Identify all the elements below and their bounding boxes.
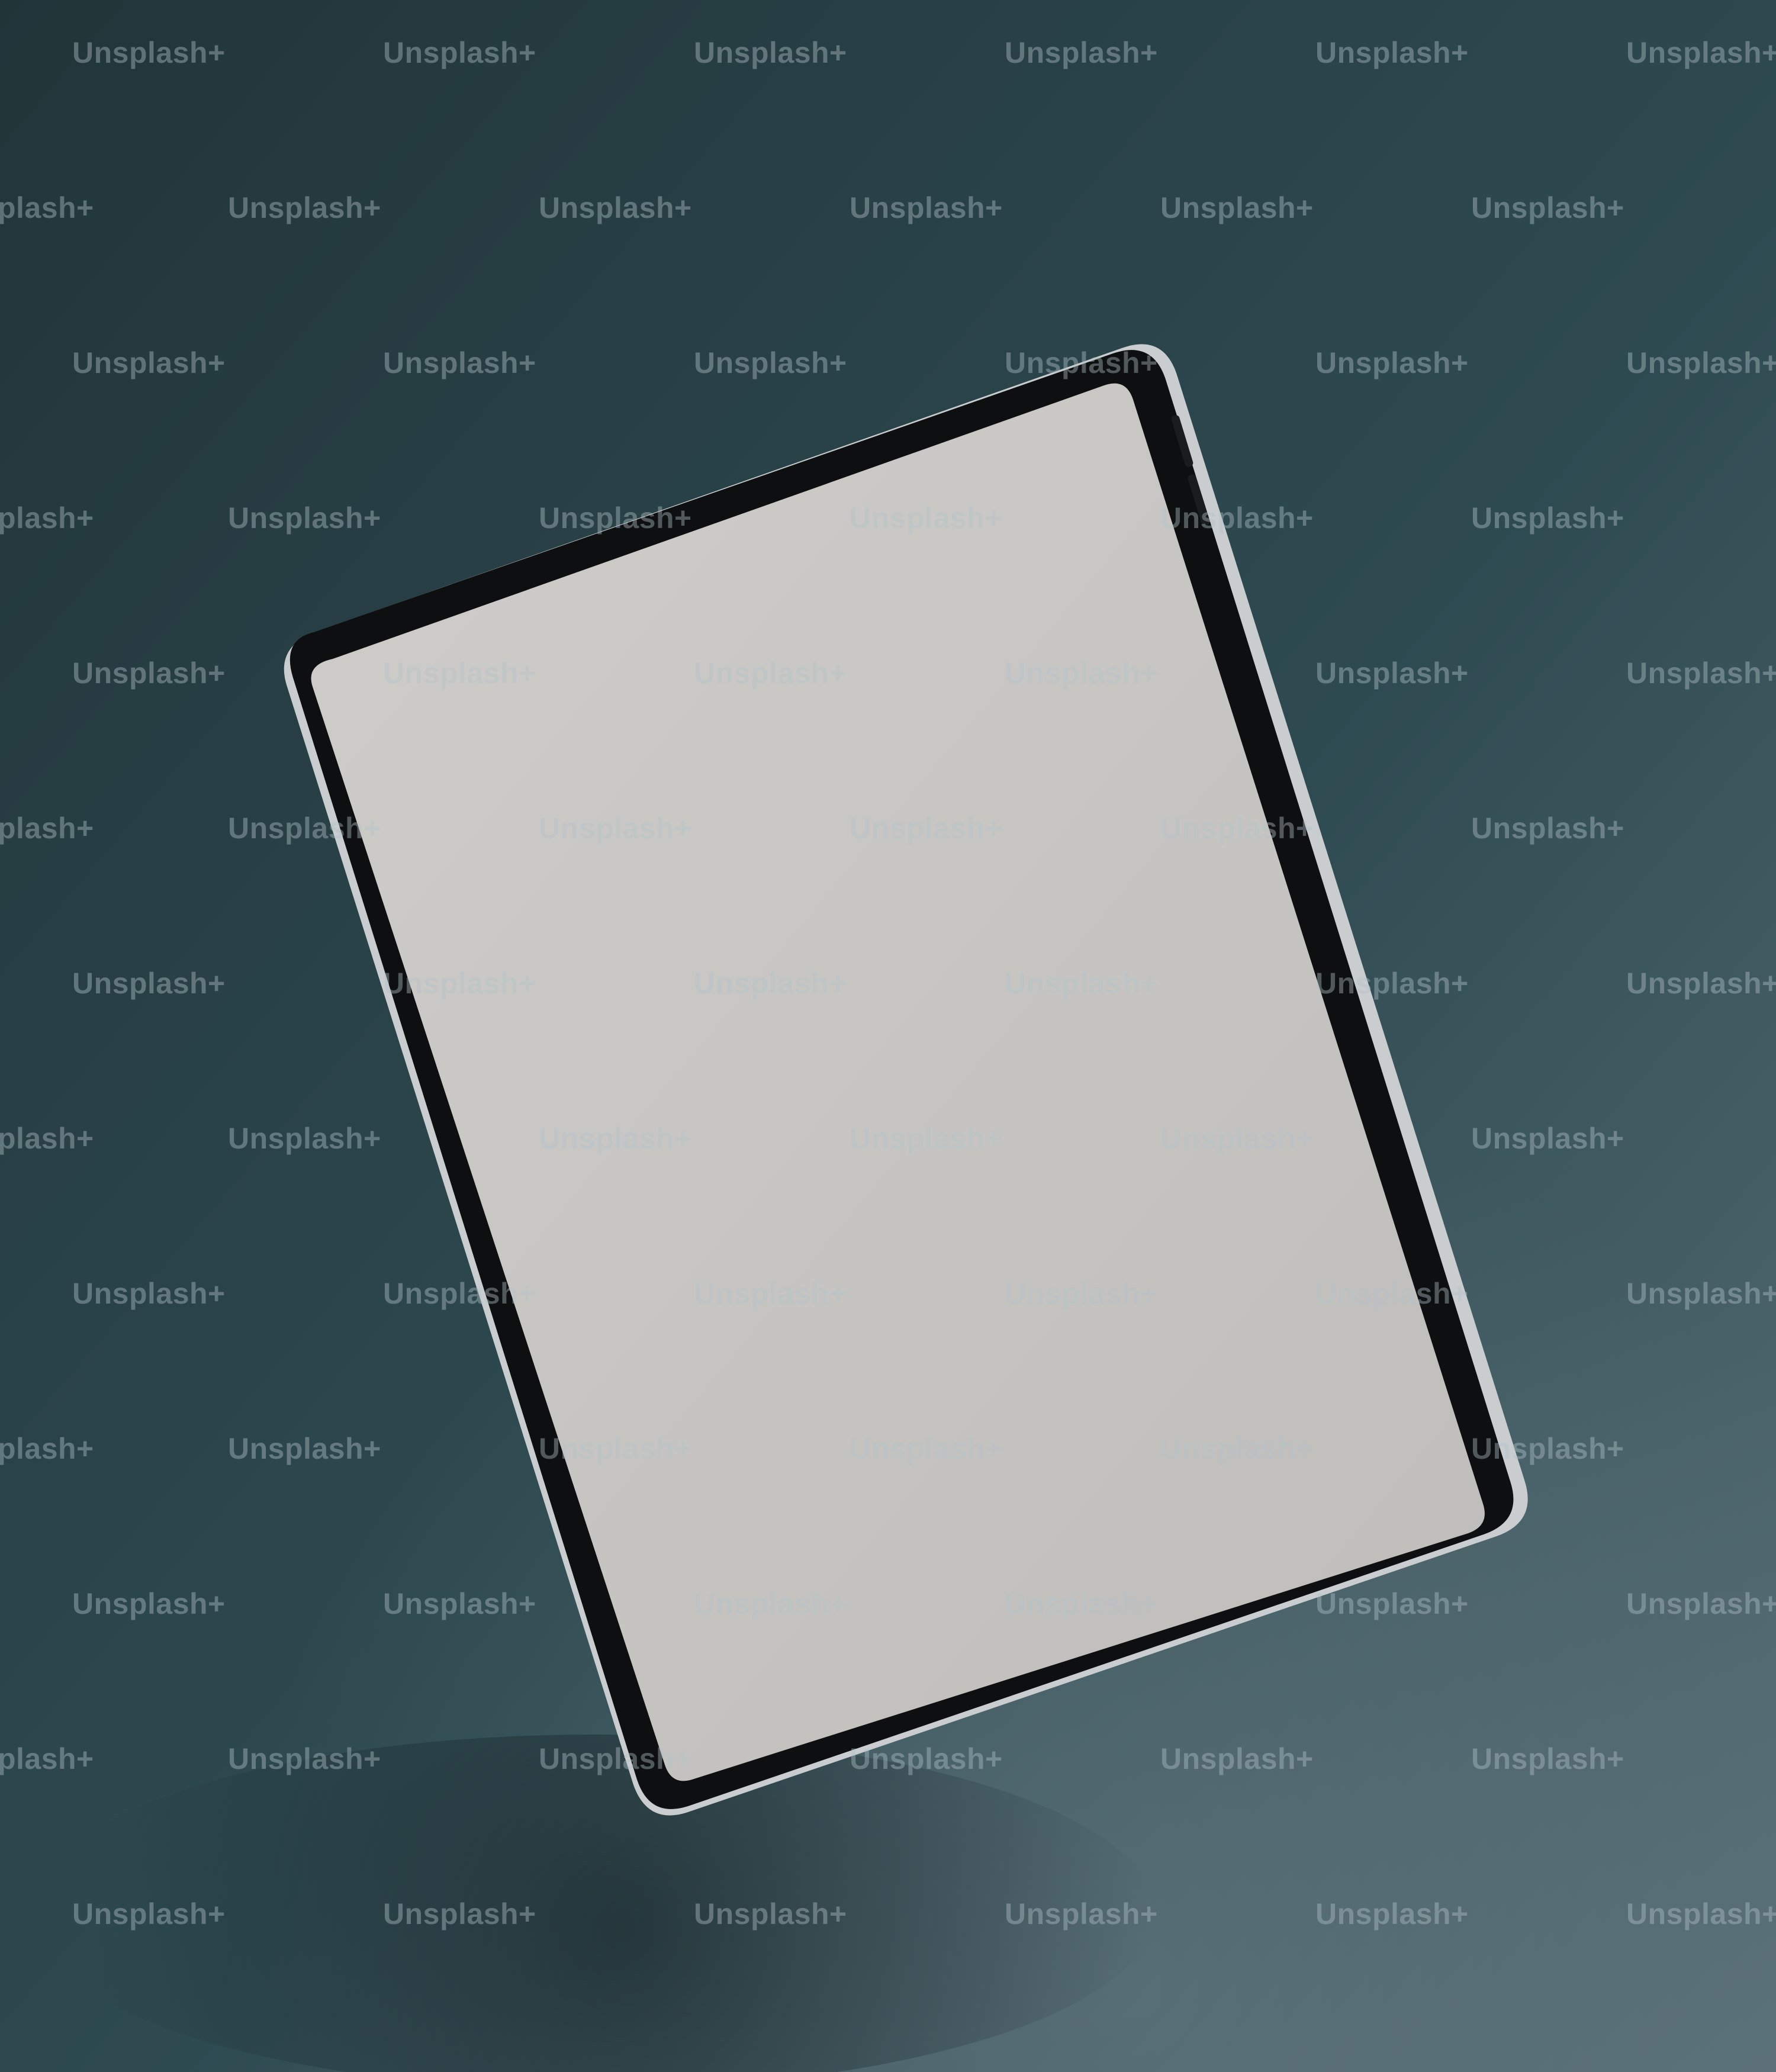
photo-scene: Unsplash+ Unsplash+ Unsplash+ Unsplash+ Unsp… <box>0 0 1776 2072</box>
tablet-device <box>0 0 1776 2072</box>
